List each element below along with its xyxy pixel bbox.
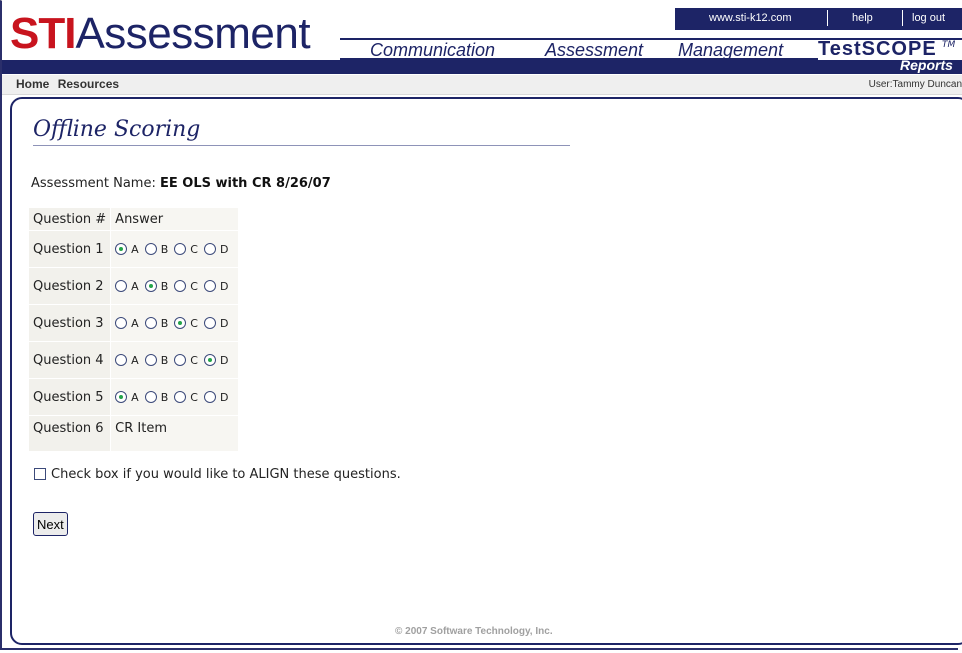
table-row: Question 6 CR Item <box>27 415 240 452</box>
separator <box>902 10 903 26</box>
option-c[interactable]: C <box>174 390 198 404</box>
assessment-name: Assessment Name: EE OLS with CR 8/26/07 <box>31 176 331 191</box>
align-checkbox[interactable] <box>34 468 46 480</box>
assessment-name-value: EE OLS with CR 8/26/07 <box>159 176 331 191</box>
radio-icon[interactable] <box>203 316 216 329</box>
radio-icon[interactable] <box>144 390 157 403</box>
radio-icon[interactable] <box>115 242 128 255</box>
table-row: Question 2 ABCD <box>27 267 240 305</box>
option-d[interactable]: D <box>203 316 228 330</box>
align-label: Check box if you would like to ALIGN the… <box>51 467 401 482</box>
radio-icon[interactable] <box>115 316 128 329</box>
radio-icon[interactable] <box>203 242 216 255</box>
footer-copyright: © 2007 Software Technology, Inc. <box>395 626 553 637</box>
question-number-header: Question # <box>27 207 112 231</box>
header-blue-bar <box>340 58 818 74</box>
option-c[interactable]: C <box>174 242 198 256</box>
table-row: Question 1 ABCD <box>27 230 240 268</box>
answer-header: Answer <box>110 207 240 231</box>
radio-icon[interactable] <box>174 316 187 329</box>
question-label: Question 2 <box>27 267 112 305</box>
radio-icon[interactable] <box>144 316 157 329</box>
title-underline <box>33 145 570 146</box>
option-b[interactable]: B <box>144 353 168 367</box>
option-a[interactable]: A <box>115 390 139 404</box>
radio-icon[interactable] <box>115 353 128 366</box>
question-label: Question 5 <box>27 378 112 416</box>
option-d[interactable]: D <box>203 390 228 404</box>
question-label: Question 1 <box>27 230 112 268</box>
question-label: Question 6 <box>27 415 112 452</box>
option-b[interactable]: B <box>144 316 168 330</box>
option-b[interactable]: B <box>144 390 168 404</box>
top-links-bar: www.sti-k12.com help log out <box>675 8 962 30</box>
question-label: Question 3 <box>27 304 112 342</box>
page-title: Offline Scoring <box>33 117 201 142</box>
radio-icon[interactable] <box>174 242 187 255</box>
cr-item-label: CR Item <box>110 415 240 452</box>
table-row: Question 3 ABCD <box>27 304 240 342</box>
answer-options: ABCD <box>110 341 240 379</box>
log-out-link[interactable]: log out <box>912 12 945 24</box>
table-row: Question 5 ABCD <box>27 378 240 416</box>
radio-icon[interactable] <box>144 242 157 255</box>
table-row: Question 4 ABCD <box>27 341 240 379</box>
assessment-name-label: Assessment Name: <box>31 176 160 191</box>
answer-table: Question # Answer Question 1 ABCD Questi… <box>27 207 240 452</box>
table-header-row: Question # Answer <box>27 207 240 231</box>
home-link[interactable]: Home <box>16 77 49 91</box>
logo-sti-text: STI <box>10 9 76 58</box>
option-b[interactable]: B <box>144 242 168 256</box>
option-a[interactable]: A <box>115 242 139 256</box>
sti-website-link[interactable]: www.sti-k12.com <box>709 12 792 24</box>
separator <box>827 10 828 26</box>
answer-options: ABCD <box>110 304 240 342</box>
radio-icon[interactable] <box>174 279 187 292</box>
radio-icon[interactable] <box>144 279 157 292</box>
option-a[interactable]: A <box>115 279 139 293</box>
option-d[interactable]: D <box>203 242 228 256</box>
sti-assessment-logo[interactable]: STIAssessment <box>10 9 311 58</box>
option-d[interactable]: D <box>203 279 228 293</box>
sub-nav-links: Home Resources <box>16 77 124 91</box>
trademark-mark: TM <box>942 40 956 50</box>
option-b[interactable]: B <box>144 279 168 293</box>
radio-icon[interactable] <box>203 390 216 403</box>
radio-icon[interactable] <box>115 279 128 292</box>
radio-icon[interactable] <box>144 353 157 366</box>
sub-navigation-bar: Home Resources User:Tammy Duncan <box>2 75 962 95</box>
logo-assessment-text: Assessment <box>75 9 311 58</box>
help-link[interactable]: help <box>852 12 873 24</box>
radio-icon[interactable] <box>203 353 216 366</box>
radio-icon[interactable] <box>203 279 216 292</box>
option-a[interactable]: A <box>115 316 139 330</box>
option-a[interactable]: A <box>115 353 139 367</box>
align-option: Check box if you would like to ALIGN the… <box>34 467 401 482</box>
radio-icon[interactable] <box>115 390 128 403</box>
option-c[interactable]: C <box>174 316 198 330</box>
next-button[interactable]: Next <box>33 512 68 536</box>
nav-reports[interactable]: Reports <box>900 57 953 73</box>
question-label: Question 4 <box>27 341 112 379</box>
header-blue-bar-left <box>2 60 340 74</box>
option-d[interactable]: D <box>203 353 228 367</box>
radio-icon[interactable] <box>174 390 187 403</box>
resources-link[interactable]: Resources <box>58 77 119 91</box>
option-c[interactable]: C <box>174 279 198 293</box>
answer-options: ABCD <box>110 378 240 416</box>
current-user: User:Tammy Duncan <box>868 79 962 90</box>
option-c[interactable]: C <box>174 353 198 367</box>
answer-options: ABCD <box>110 230 240 268</box>
radio-icon[interactable] <box>174 353 187 366</box>
answer-options: ABCD <box>110 267 240 305</box>
